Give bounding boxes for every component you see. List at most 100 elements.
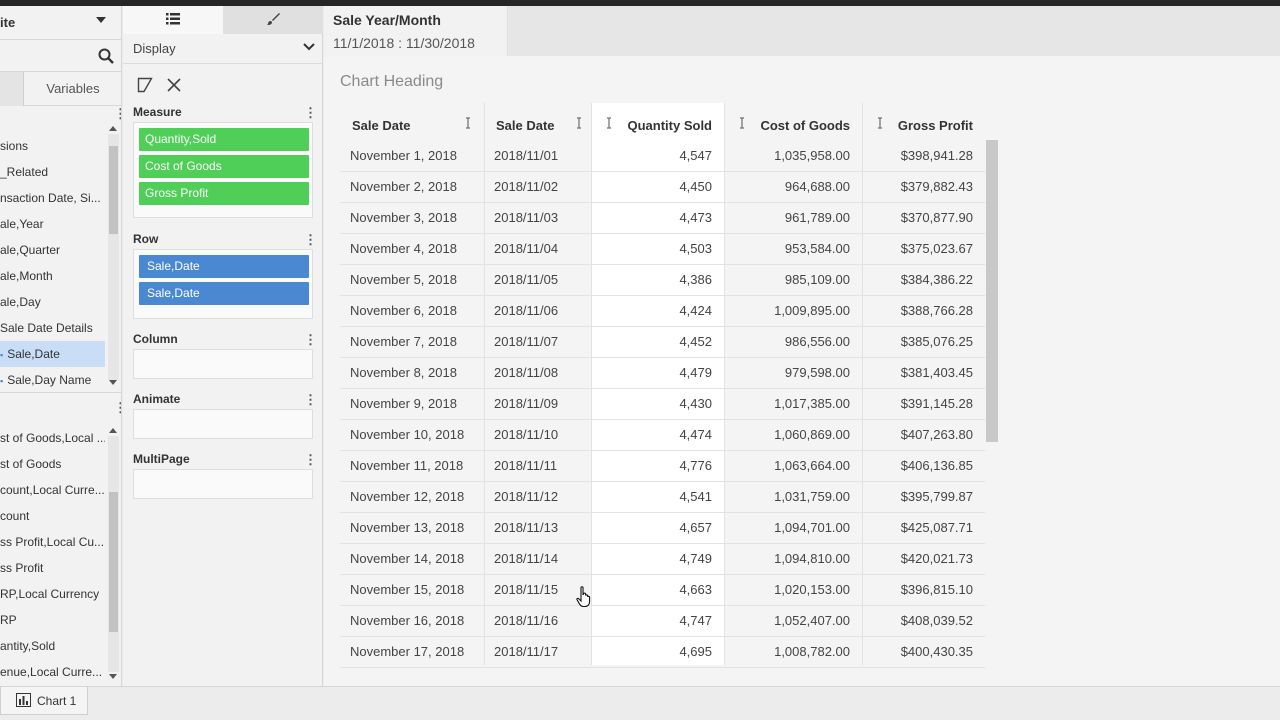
dimension-item[interactable]: ▪ Sale,Date: [0, 341, 105, 367]
measure-item[interactable]: ss Profit,Local Cu...: [0, 529, 105, 555]
measure-item[interactable]: ss Profit: [0, 555, 105, 581]
dimension-item[interactable]: ale,Year: [0, 211, 105, 237]
measure-scrollbar[interactable]: [108, 436, 119, 672]
table-cell[interactable]: November 7, 2018: [350, 326, 457, 357]
table-cell[interactable]: $420,021.73: [862, 543, 973, 574]
table-cell[interactable]: $375,023.67: [862, 233, 973, 264]
dimension-item[interactable]: nsaction Date, Si...: [0, 185, 105, 211]
table-cell[interactable]: November 13, 2018: [350, 512, 464, 543]
tab-fields-config[interactable]: [123, 6, 223, 34]
animate-menu-icon[interactable]: ⋮: [304, 393, 317, 406]
table-cell[interactable]: 1,035,958.00: [724, 140, 850, 171]
dimension-item[interactable]: ale,Month: [0, 263, 105, 289]
table-cell[interactable]: November 14, 2018: [350, 543, 464, 574]
sort-icon[interactable]: [575, 117, 583, 129]
table-cell[interactable]: 4,479: [591, 357, 712, 388]
chart-heading[interactable]: Chart Heading: [340, 73, 443, 91]
sort-icon[interactable]: [738, 117, 746, 129]
measure-item[interactable]: count,Local Curre...: [0, 477, 105, 503]
table-cell[interactable]: November 16, 2018: [350, 605, 464, 636]
table-cell[interactable]: 2018/11/13: [494, 512, 558, 543]
table-cell[interactable]: 2018/11/08: [494, 357, 558, 388]
table-cell[interactable]: $395,799.87: [862, 481, 973, 512]
table-cell[interactable]: 979,598.00: [724, 357, 850, 388]
sort-icon[interactable]: [605, 117, 613, 129]
table-cell[interactable]: 1,060,869.00: [724, 419, 850, 450]
table-cell[interactable]: November 6, 2018: [350, 295, 457, 326]
caret-down-icon[interactable]: [96, 17, 106, 23]
table-cell[interactable]: $408,039.52: [862, 605, 973, 636]
row-pill-sale-date[interactable]: Sale,Date: [139, 255, 309, 278]
table-cell[interactable]: 953,584.00: [724, 233, 850, 264]
dimension-scrollbar[interactable]: [108, 134, 119, 380]
dimension-item[interactable]: ale,Day: [0, 289, 105, 315]
table-cell[interactable]: $425,087.71: [862, 512, 973, 543]
table-cell[interactable]: 4,424: [591, 295, 712, 326]
column-dropzone[interactable]: [133, 349, 313, 379]
table-cell[interactable]: 4,547: [591, 140, 712, 171]
table-cell[interactable]: 4,749: [591, 543, 712, 574]
table-cell[interactable]: 2018/11/16: [494, 605, 558, 636]
dimension-item[interactable]: ale,Quarter: [0, 237, 105, 263]
measures-menu-icon[interactable]: ⋮: [114, 401, 121, 414]
measure-item[interactable]: st of Goods,Local ...: [0, 425, 105, 451]
measure-menu-icon[interactable]: ⋮: [304, 106, 317, 119]
table-cell[interactable]: 1,020,153.00: [724, 574, 850, 605]
table-cell[interactable]: 2018/11/15: [494, 574, 558, 605]
table-cell[interactable]: November 10, 2018: [350, 419, 464, 450]
table-cell[interactable]: $388,766.28: [862, 295, 973, 326]
scrollbar-thumb[interactable]: [109, 146, 118, 234]
table-scrollbar[interactable]: [986, 140, 998, 442]
table-cell[interactable]: $400,430.35: [862, 636, 973, 667]
row-menu-icon[interactable]: ⋮: [304, 233, 317, 246]
scroll-up-icon[interactable]: [109, 428, 117, 433]
sort-icon[interactable]: [464, 117, 472, 129]
table-cell[interactable]: 1,063,664.00: [724, 450, 850, 481]
table-cell[interactable]: 1,094,810.00: [724, 543, 850, 574]
search-icon[interactable]: [98, 48, 114, 64]
measure-item[interactable]: RP: [0, 607, 105, 633]
table-cell[interactable]: 2018/11/17: [494, 636, 558, 667]
table-cell[interactable]: 4,386: [591, 264, 712, 295]
table-cell[interactable]: 4,747: [591, 605, 712, 636]
table-cell[interactable]: 964,688.00: [724, 171, 850, 202]
table-cell[interactable]: 2018/11/11: [494, 450, 557, 481]
tab-format[interactable]: [223, 6, 323, 34]
table-cell[interactable]: $385,076.25: [862, 326, 973, 357]
measure-item[interactable]: st of Goods: [0, 451, 105, 477]
measure-item[interactable]: enue,Local Curre...: [0, 659, 105, 685]
note-icon[interactable]: [137, 77, 153, 93]
close-icon[interactable]: [167, 78, 181, 92]
table-cell[interactable]: $381,403.45: [862, 357, 973, 388]
table-cell[interactable]: 4,430: [591, 388, 712, 419]
table-cell[interactable]: 2018/11/04: [494, 233, 558, 264]
datasource-selector[interactable]: ite: [0, 6, 121, 40]
table-cell[interactable]: November 3, 2018: [350, 202, 457, 233]
table-cell[interactable]: $407,263.80: [862, 419, 973, 450]
table-cell[interactable]: November 12, 2018: [350, 481, 464, 512]
table-cell[interactable]: 2018/11/10: [494, 419, 558, 450]
table-cell[interactable]: 4,695: [591, 636, 712, 667]
table-cell[interactable]: 2018/11/14: [494, 543, 558, 574]
multipage-dropzone[interactable]: [133, 469, 313, 499]
table-cell[interactable]: $398,941.28: [862, 140, 973, 171]
table-cell[interactable]: November 5, 2018: [350, 264, 457, 295]
table-cell[interactable]: $379,882.43: [862, 171, 973, 202]
measure-pill-quantity-sold[interactable]: Quantity,Sold: [139, 128, 309, 151]
scrollbar-thumb[interactable]: [109, 492, 118, 632]
table-cell[interactable]: November 4, 2018: [350, 233, 457, 264]
table-cell[interactable]: November 2, 2018: [350, 171, 457, 202]
row-pill-sale-date-2[interactable]: Sale,Date: [139, 282, 309, 305]
table-cell[interactable]: 2018/11/01: [494, 140, 558, 171]
table-cell[interactable]: $391,145.28: [862, 388, 973, 419]
table-cell[interactable]: $384,386.22: [862, 264, 973, 295]
dimensions-menu-icon[interactable]: ⋮: [114, 107, 121, 120]
dimension-item[interactable]: Sale Date Details: [0, 315, 105, 341]
table-cell[interactable]: 4,541: [591, 481, 712, 512]
table-cell[interactable]: 2018/11/07: [494, 326, 558, 357]
table-cell[interactable]: 2018/11/12: [494, 481, 558, 512]
tab-variables[interactable]: Variables: [24, 72, 121, 106]
table-cell[interactable]: $396,815.10: [862, 574, 973, 605]
scroll-up-icon[interactable]: [109, 126, 117, 131]
animate-dropzone[interactable]: [133, 409, 313, 439]
